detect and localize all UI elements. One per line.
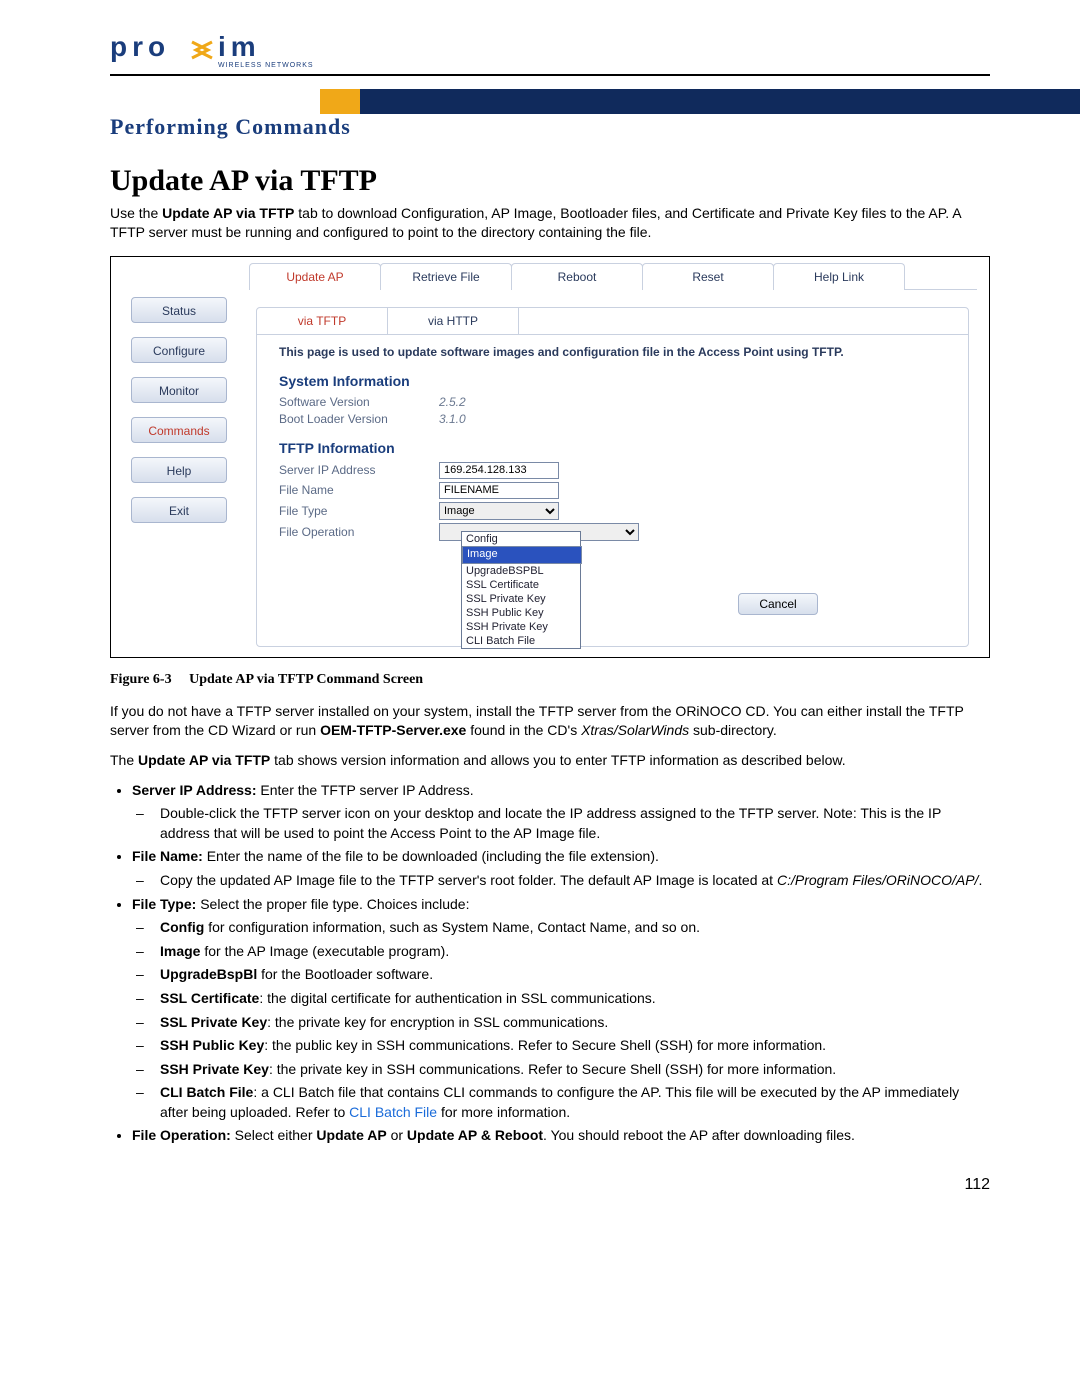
intro-paragraph: Use the Update AP via TFTP tab to downlo… <box>110 204 990 242</box>
file-type-label: File Type <box>279 504 439 518</box>
dropdown-option[interactable]: SSL Private Key <box>462 592 580 606</box>
svg-text:WIRELESS NETWORKS: WIRELESS NETWORKS <box>218 62 314 69</box>
sub-tab-row: via TFTPvia HTTP <box>257 308 968 335</box>
dropdown-option[interactable]: UpgradeBSPBL <box>462 564 580 578</box>
list-subitem: SSH Private Key: the private key in SSH … <box>160 1060 990 1080</box>
body-p1: If you do not have a TFTP server install… <box>110 702 990 741</box>
list-subitem: SSL Certificate: the digital certificate… <box>160 989 990 1009</box>
bootloader-version-label: Boot Loader Version <box>279 412 439 426</box>
list-item: Server IP Address: Enter the TFTP server… <box>132 781 990 844</box>
list-item: File Type: Select the proper file type. … <box>132 895 990 1123</box>
list-subitem: Double-click the TFTP server icon on you… <box>160 804 990 843</box>
tab-retrieve-file[interactable]: Retrieve File <box>380 263 512 290</box>
dropdown-option[interactable]: SSL Certificate <box>462 578 580 592</box>
tab-update-ap[interactable]: Update AP <box>249 263 381 290</box>
dropdown-option[interactable]: Config <box>462 532 580 546</box>
list-subitem: Image for the AP Image (executable progr… <box>160 942 990 962</box>
section-heading: Performing Commands <box>110 114 351 140</box>
svg-text:pro: pro <box>110 31 170 62</box>
subtab-via-http[interactable]: via HTTP <box>388 308 519 334</box>
software-version-value: 2.5.2 <box>439 395 466 409</box>
sidebar: Status Configure Monitor Commands Help Exit <box>131 297 227 537</box>
list-subitem: SSH Public Key: the public key in SSH co… <box>160 1036 990 1056</box>
body-p2: The Update AP via TFTP tab shows version… <box>110 751 990 771</box>
figure-caption-text: Update AP via TFTP Command Screen <box>189 672 423 687</box>
tab-reset[interactable]: Reset <box>642 263 774 290</box>
list-subitem: SSL Private Key: the private key for enc… <box>160 1013 990 1033</box>
list-subitem: Config for configuration information, su… <box>160 918 990 938</box>
sidebar-item-commands[interactable]: Commands <box>131 417 227 443</box>
dropdown-option[interactable]: Image <box>462 546 582 564</box>
figure-caption: Figure 6-3 Update AP via TFTP Command Sc… <box>110 672 990 688</box>
file-name-label: File Name <box>279 483 439 497</box>
server-ip-label: Server IP Address <box>279 463 439 477</box>
file-type-select[interactable]: Image <box>439 502 559 520</box>
tab-help-link[interactable]: Help Link <box>773 263 905 290</box>
cancel-button[interactable]: Cancel <box>738 593 818 615</box>
dropdown-option[interactable]: SSH Private Key <box>462 620 580 634</box>
page-title: Update AP via TFTP <box>110 164 990 198</box>
body-text: If you do not have a TFTP server install… <box>110 702 990 1146</box>
list-subitem: CLI Batch File: a CLI Batch file that co… <box>160 1083 990 1122</box>
dropdown-option[interactable]: SSH Public Key <box>462 606 580 620</box>
sidebar-item-status[interactable]: Status <box>131 297 227 323</box>
main-panel: via TFTPvia HTTP This page is used to up… <box>256 307 969 647</box>
sidebar-item-monitor[interactable]: Monitor <box>131 377 227 403</box>
dropdown-option[interactable]: CLI Batch File <box>462 634 580 648</box>
tftp-info-heading: TFTP Information <box>279 440 946 456</box>
file-type-dropdown[interactable]: ConfigImageUpgradeBSPBLSSL CertificateSS… <box>461 531 581 649</box>
figure-number: Figure 6-3 <box>110 672 172 687</box>
list-subitem: UpgradeBspBl for the Bootloader software… <box>160 965 990 985</box>
server-ip-input[interactable] <box>439 462 559 479</box>
file-operation-label: File Operation <box>279 525 439 539</box>
bootloader-version-value: 3.1.0 <box>439 412 466 426</box>
sidebar-item-configure[interactable]: Configure <box>131 337 227 363</box>
figure-screenshot: Status Configure Monitor Commands Help Exit U… <box>110 256 990 658</box>
file-name-input[interactable] <box>439 482 559 499</box>
software-version-label: Software Version <box>279 395 439 409</box>
tab-reboot[interactable]: Reboot <box>511 263 643 290</box>
sidebar-item-exit[interactable]: Exit <box>131 497 227 523</box>
list-subitem: Copy the updated AP Image file to the TF… <box>160 871 990 891</box>
brand-logo: pro im WIRELESS NETWORKS <box>110 30 990 70</box>
sidebar-item-help[interactable]: Help <box>131 457 227 483</box>
panel-note: This page is used to update software ima… <box>279 345 946 359</box>
system-info-heading: System Information <box>279 373 946 389</box>
subtab-via-tftp[interactable]: via TFTP <box>257 308 388 334</box>
top-tab-row: Update APRetrieve FileRebootResetHelp Li… <box>249 263 977 290</box>
list-item: File Name: Enter the name of the file to… <box>132 847 990 890</box>
list-item: File Operation: Select either Update AP … <box>132 1126 990 1146</box>
banner-stripe <box>360 89 1080 114</box>
svg-text:im: im <box>218 31 261 62</box>
page-number: 112 <box>110 1176 990 1194</box>
